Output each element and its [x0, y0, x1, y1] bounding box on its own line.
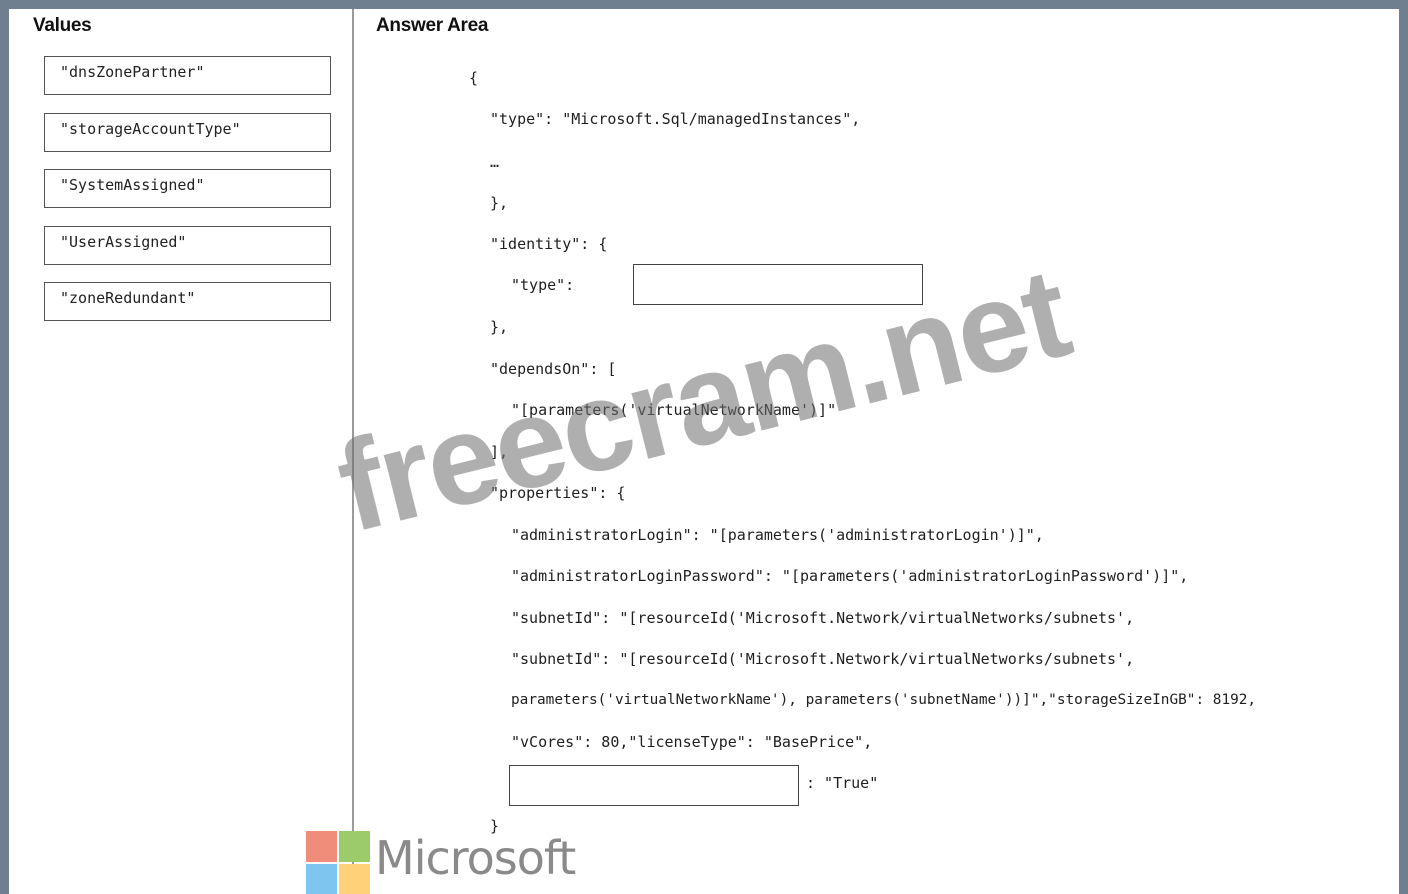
code-properties-line: "properties": {: [490, 484, 626, 502]
code-identity-type-label: "type":: [511, 276, 575, 294]
value-systemassigned[interactable]: "SystemAssigned": [44, 169, 331, 208]
logo-red-square: [306, 831, 337, 862]
code-subnetid-1: "subnetId": "[resourceId('Microsoft.Netw…: [511, 609, 1135, 627]
microsoft-wordmark: Microsoft: [375, 831, 576, 885]
value-storageaccounttype[interactable]: "storageAccountType": [44, 113, 331, 152]
answer-area-heading: Answer Area: [376, 15, 489, 36]
code-close-bracket: ],: [490, 443, 509, 461]
value-userassigned[interactable]: "UserAssigned": [44, 226, 331, 265]
code-open-brace: {: [469, 69, 479, 87]
code-close-brace-2: },: [490, 318, 509, 336]
value-zoneredundant[interactable]: "zoneRedundant": [44, 282, 331, 321]
code-identity-line: "identity": {: [490, 235, 608, 253]
panel-divider: [352, 9, 354, 894]
code-close-brace-1: },: [490, 194, 509, 212]
code-true-value: : "True": [806, 774, 879, 792]
logo-green-square: [339, 831, 370, 862]
code-subnetid-2: "subnetId": "[resourceId('Microsoft.Netw…: [511, 650, 1135, 668]
value-dnszonepartner[interactable]: "dnsZonePartner": [44, 56, 331, 95]
logo-yellow-square: [339, 864, 370, 894]
property-name-drop-target[interactable]: [509, 765, 799, 806]
code-ellipsis: …: [490, 153, 500, 171]
code-vcores-license: "vCores": 80,"licenseType": "BasePrice",: [511, 733, 873, 751]
code-admin-password: "administratorLoginPassword": "[paramete…: [511, 567, 1189, 585]
values-heading: Values: [33, 15, 92, 36]
code-dependson-value: "[parameters('virtualNetworkName')]": [511, 401, 837, 419]
microsoft-logo-icon: [306, 831, 370, 894]
identity-type-drop-target[interactable]: [633, 264, 923, 305]
logo-blue-square: [306, 864, 337, 894]
exam-frame: Values Answer Area "dnsZonePartner" "sto…: [9, 9, 1399, 894]
code-admin-login: "administratorLogin": "[parameters('admi…: [511, 526, 1044, 544]
code-parameters-storage: parameters('virtualNetworkName'), parame…: [511, 692, 1257, 708]
code-type-line: "type": "Microsoft.Sql/managedInstances"…: [490, 110, 861, 128]
code-dependson-line: "dependsOn": [: [490, 360, 617, 378]
